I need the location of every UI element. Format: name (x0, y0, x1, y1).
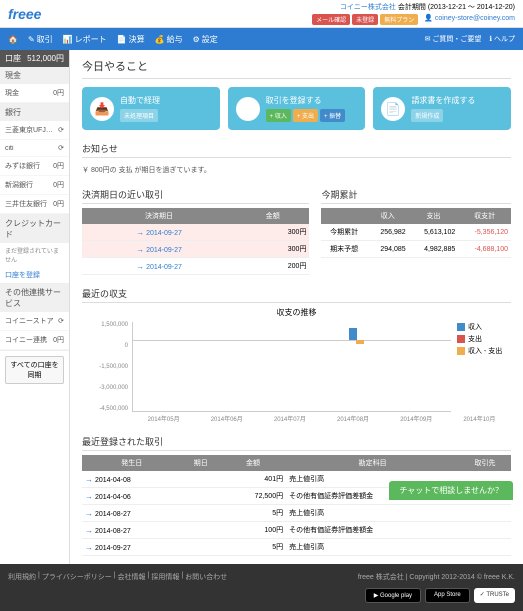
nav-closing[interactable]: 📄 決算 (117, 34, 145, 45)
table-row[interactable]: → 2014-09-27300円 (82, 241, 309, 258)
sync-all-button[interactable]: すべての口座を同期 (5, 356, 64, 384)
sidebar-bank-title: 銀行 (0, 104, 69, 121)
period-text: 会計期間 (2013-12-21 ～ 2014-12-20) (398, 4, 515, 11)
card-register-transaction[interactable]: ✎ 取引を登録する + 収入 + 支出 + 振替 (228, 87, 366, 130)
user-email[interactable]: 👤 coiney-store@coiney.com (424, 14, 515, 25)
badge-mail[interactable]: メール確認 (312, 14, 350, 25)
card-create-invoice[interactable]: 📄 請求書を作成する 新規作成 (373, 87, 511, 130)
table-row[interactable]: → 2014-09-275円売上値引高 (82, 539, 511, 556)
chart-title: 収支の推移 (82, 307, 511, 318)
footer-link[interactable]: 会社情報 (118, 572, 146, 582)
sidebar-item[interactable]: 三井住友銀行0円 (0, 195, 69, 214)
card-auto-accounting[interactable]: 📥 自動で経理 未処理項目 (82, 87, 220, 130)
sidebar-item[interactable]: 新潟銀行0円 (0, 176, 69, 195)
balance-title: 最近の収支 (82, 287, 511, 303)
sidebar-card-register-link[interactable]: 口座を登録 (5, 272, 40, 279)
nav-payroll[interactable]: 💰 給与 (155, 34, 183, 45)
transfer-button[interactable]: + 振替 (320, 109, 345, 122)
table-row: 今期累計256,9825,613,102-5,356,120 (321, 224, 511, 241)
chart-yaxis: 1,500,000 0 -1,500,000 -3,000,000 -4,500… (82, 322, 132, 412)
pending-table: 決済期日金額 → 2014-09-27300円 → 2014-09-27300円… (82, 208, 309, 275)
notice-text: ￥ 800円の 支払 が期日を過ぎています。 (82, 162, 511, 178)
nav-help[interactable]: ℹ ヘルプ (489, 34, 515, 44)
company-link[interactable]: コイニー株式会社 (340, 4, 396, 11)
chart-xaxis: 2014年05月 2014年06月 2014年07月 2014年08月 2014… (132, 414, 511, 423)
pen-icon: ✎ (236, 97, 260, 121)
sidebar-item[interactable]: コイニー連携0円 (0, 331, 69, 350)
footer-link[interactable]: 利用規約 (8, 572, 36, 582)
page-title: 今日やること (82, 58, 511, 79)
nav-transactions[interactable]: ✎ 取引 (28, 34, 53, 45)
chart-legend: 収入 支出 収入 - 支出 (451, 322, 511, 412)
sidebar-item[interactable]: コイニーストア⟳ (0, 312, 69, 331)
logo[interactable]: freee (8, 6, 41, 22)
sidebar-item[interactable]: 三菱東京UFJ（法…⟳ (0, 121, 69, 140)
badge-plan[interactable]: 無料プラン (380, 14, 418, 25)
nav-question[interactable]: ✉ ご質問・ご要望 (425, 34, 482, 44)
copyright: freee 株式会社 | Copyright 2012-2014 © freee… (358, 572, 515, 582)
nav-settings[interactable]: ⚙ 設定 (193, 34, 218, 45)
sidebar-accounts-header: 口座 512,000円 (0, 50, 69, 67)
sidebar-item[interactable]: 現金0円 (0, 84, 69, 103)
app-store-badge[interactable]: App Store (425, 588, 470, 603)
nav-reports[interactable]: 📊 レポート (63, 34, 107, 45)
footer-link[interactable]: プライバシーポリシー (42, 572, 112, 582)
document-icon: 📄 (381, 97, 405, 121)
table-row: 期末予想294,0854,982,885-4,688,100 (321, 241, 511, 258)
google-play-badge[interactable]: ▶ Google play (365, 588, 421, 603)
notice-title: お知らせ (82, 142, 511, 158)
table-row[interactable]: → 2014-08-275円売上値引高 (82, 505, 511, 522)
chat-button[interactable]: チャットで相談しませんか？ (389, 481, 513, 500)
inbox-icon: 📥 (90, 97, 114, 121)
sidebar-card-title: クレジットカード (0, 215, 69, 243)
sidebar-item[interactable]: citi⟳ (0, 140, 69, 157)
expense-button[interactable]: + 支出 (293, 109, 318, 122)
summary-title: 今期累計 (321, 188, 511, 204)
income-button[interactable]: + 収入 (266, 109, 291, 122)
sidebar-other-title: その他連携サービス (0, 284, 69, 312)
summary-table: 収入支出収支計 今期累計256,9825,613,102-5,356,120 期… (321, 208, 511, 258)
footer-links: 利用規約 | プライバシーポリシー | 会社情報 | 採用情報 | お問い合わせ (8, 572, 227, 582)
chart-plot (132, 322, 451, 412)
table-row[interactable]: → 2014-09-27300円 (82, 224, 309, 241)
footer-link[interactable]: お問い合わせ (185, 572, 227, 582)
truste-badge[interactable]: ✓ TRUSTe (474, 588, 515, 603)
badge-unregistered[interactable]: 未登録 (352, 14, 378, 25)
nav-home[interactable]: 🏠 (8, 34, 18, 45)
table-row[interactable]: → 2014-09-27200円 (82, 258, 309, 275)
pending-title: 決済期日の近い取引 (82, 188, 309, 204)
table-row[interactable]: → 2014-08-27100円その他有価証券評価差額金 (82, 522, 511, 539)
footer-link[interactable]: 採用情報 (151, 572, 179, 582)
new-invoice-button[interactable]: 新規作成 (411, 109, 443, 122)
sidebar-cash-title: 現金 (0, 67, 69, 84)
sidebar-card-note: まだ登録されていません (0, 243, 69, 267)
sidebar-item[interactable]: みずほ銀行0円 (0, 157, 69, 176)
recent-title: 最近登録された取引 (82, 435, 511, 451)
recent-table: 発生日期日金額勘定科目取引先 → 2014-04-08401円売上値引高 → 2… (82, 455, 511, 556)
